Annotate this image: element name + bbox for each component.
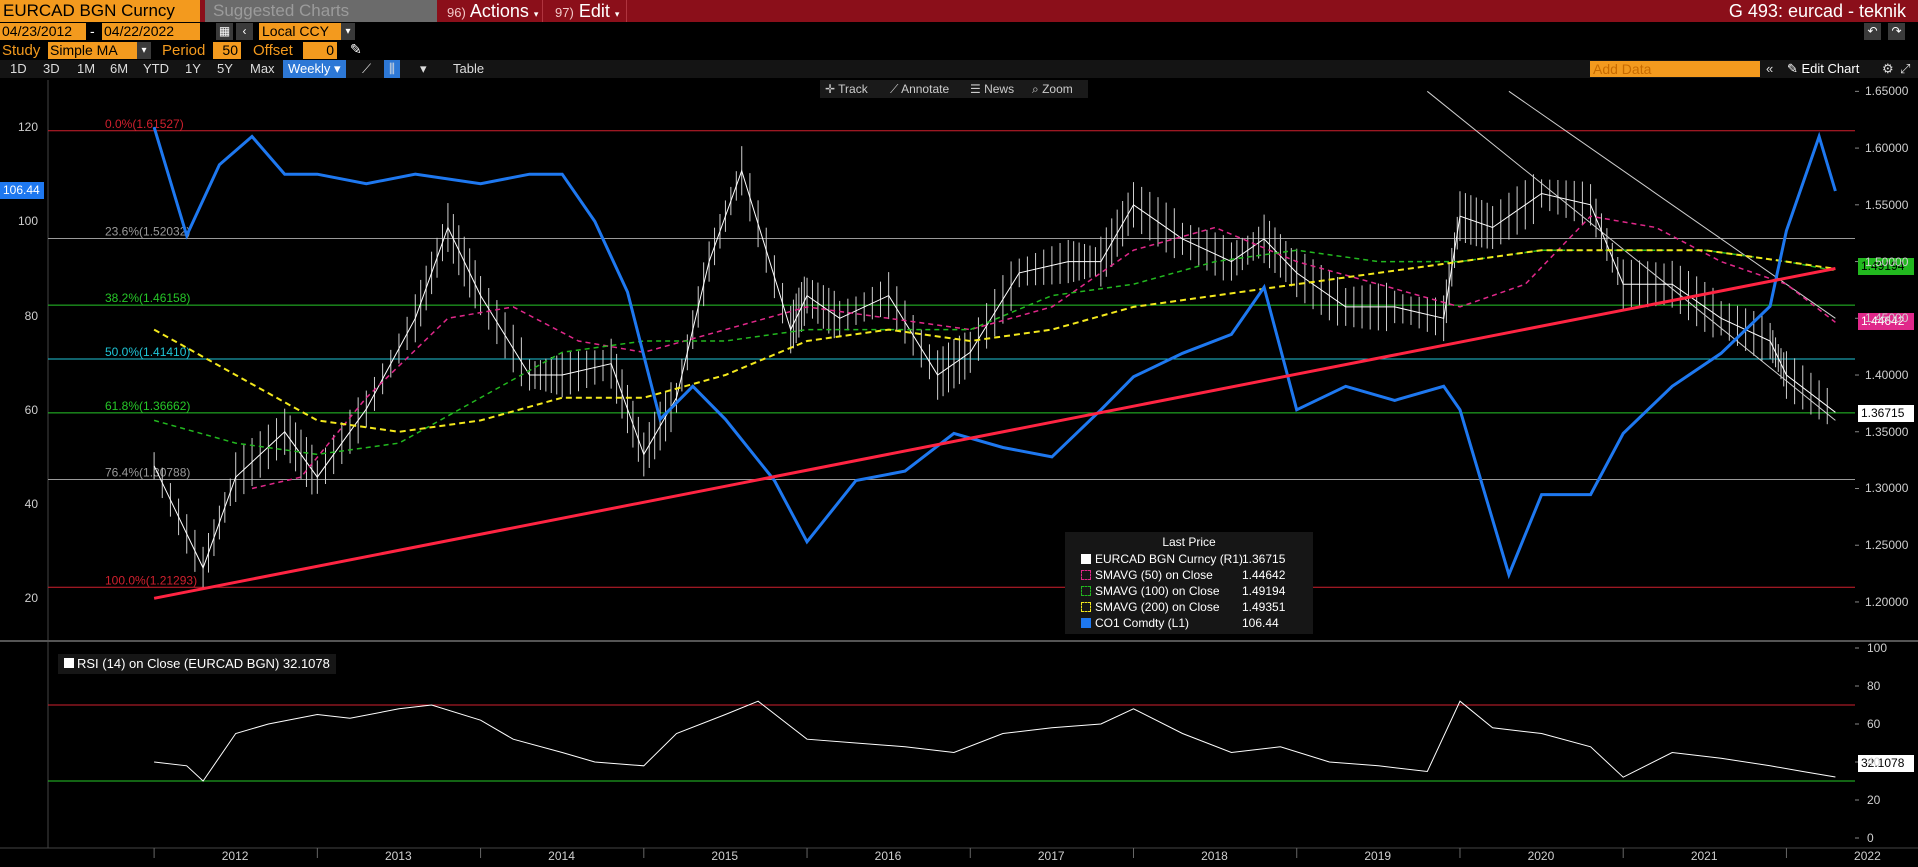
- channel-line: [1426, 90, 1836, 421]
- price-chart[interactable]: 0.0%(1.61527) 23.6%(1.52032) 38.2%(1.46158…: [0, 0, 1918, 867]
- rsi-swatch: [64, 658, 74, 668]
- legend-swatch: [1081, 586, 1091, 596]
- rsi-axis-label: 20: [1867, 793, 1881, 807]
- right-axis-label: 1.55000: [1865, 197, 1909, 212]
- x-axis-label: 2018: [1201, 849, 1228, 863]
- rsi-line: [154, 700, 1836, 782]
- right-axis-label: 1.65000: [1865, 84, 1909, 99]
- right-axis-label: 1.45000: [1865, 311, 1909, 326]
- rsi-axis-label: 60: [1867, 717, 1881, 731]
- rsi-label[interactable]: RSI (14) on Close (EURCAD BGN) 32.1078: [58, 654, 336, 674]
- x-axis-label: 2020: [1527, 849, 1555, 863]
- rsi-axis-label: 0: [1867, 831, 1874, 845]
- left-axis-label: 20: [24, 591, 38, 606]
- right-axis-label: 1.60000: [1865, 141, 1909, 156]
- fib-label: 38.2%(1.46158): [105, 291, 190, 305]
- legend-name: SMAVG (200) on Close: [1095, 600, 1220, 614]
- legend-value: 1.49194: [1242, 584, 1286, 598]
- fib-label: 100.0%(1.21293): [105, 573, 197, 587]
- legend-swatch: [1081, 602, 1091, 612]
- fib-label: 50.0%(1.41410): [105, 345, 190, 359]
- rsi-axis-label: 80: [1867, 679, 1881, 693]
- right-axis-label: 1.25000: [1865, 538, 1909, 553]
- legend-name: SMAVG (100) on Close: [1095, 584, 1220, 598]
- left-axis-label: 80: [24, 308, 38, 323]
- x-axis-label: 2017: [1037, 849, 1065, 863]
- x-axis-label: 2022: [1854, 849, 1881, 863]
- price-value-tag: 1.36715: [1858, 405, 1914, 422]
- x-axis-label: 2015: [711, 849, 739, 863]
- left-axis-label: 40: [24, 497, 38, 512]
- rsi-axis-label: 100: [1867, 641, 1888, 655]
- legend-swatch: [1081, 570, 1091, 580]
- x-axis-label: 2014: [548, 849, 575, 863]
- right-axis-label: 1.35000: [1865, 424, 1909, 439]
- legend-name: SMAVG (50) on Close: [1095, 568, 1213, 582]
- legend-swatch: [1081, 618, 1091, 628]
- legend-swatch: [1081, 554, 1091, 564]
- left-axis-label: 100: [17, 214, 38, 229]
- x-axis-label: 2019: [1364, 849, 1392, 863]
- right-axis-label: 1.20000: [1865, 594, 1909, 609]
- legend-name: CO1 Comdty (L1): [1095, 616, 1190, 630]
- right-axis-label: 1.30000: [1865, 481, 1909, 496]
- x-axis-label: 2021: [1690, 849, 1718, 863]
- legend-value: 1.44642: [1242, 568, 1286, 582]
- legend-title: Last Price: [1162, 535, 1216, 549]
- legend-value: 106.44: [1242, 616, 1279, 630]
- x-axis-label: 2016: [874, 849, 902, 863]
- fib-label: 23.6%(1.52032): [105, 224, 190, 238]
- left-axis-label: 120: [17, 120, 38, 135]
- price-line: [153, 169, 1836, 570]
- legend[interactable]: Last Price EURCAD BGN Curncy (R1) 1.3671…: [1065, 532, 1313, 634]
- brent-line: [152, 126, 1837, 580]
- rsi-title: RSI (14) on Close (EURCAD BGN) 32.1078: [77, 656, 330, 671]
- legend-value: 1.49351: [1242, 600, 1286, 614]
- legend-name: EURCAD BGN Curncy (R1): [1095, 552, 1244, 566]
- fib-label: 76.4%(1.30788): [105, 466, 190, 480]
- left-axis-label: 60: [24, 402, 38, 417]
- fib-label: 61.8%(1.36662): [105, 399, 190, 413]
- sma100-line: [153, 249, 1836, 456]
- legend-value: 1.36715: [1242, 552, 1286, 566]
- fib-label: 0.0%(1.61527): [105, 117, 184, 131]
- x-axis-label: 2013: [384, 849, 412, 863]
- x-axis-label: 2012: [221, 849, 249, 863]
- rsi-axis-label: 40: [1867, 755, 1881, 769]
- brent-value-tag: 106.44: [0, 182, 44, 199]
- right-axis-label: 1.40000: [1865, 368, 1909, 383]
- right-axis-label: 1.50000: [1865, 254, 1909, 269]
- sma200-line: [153, 249, 1836, 433]
